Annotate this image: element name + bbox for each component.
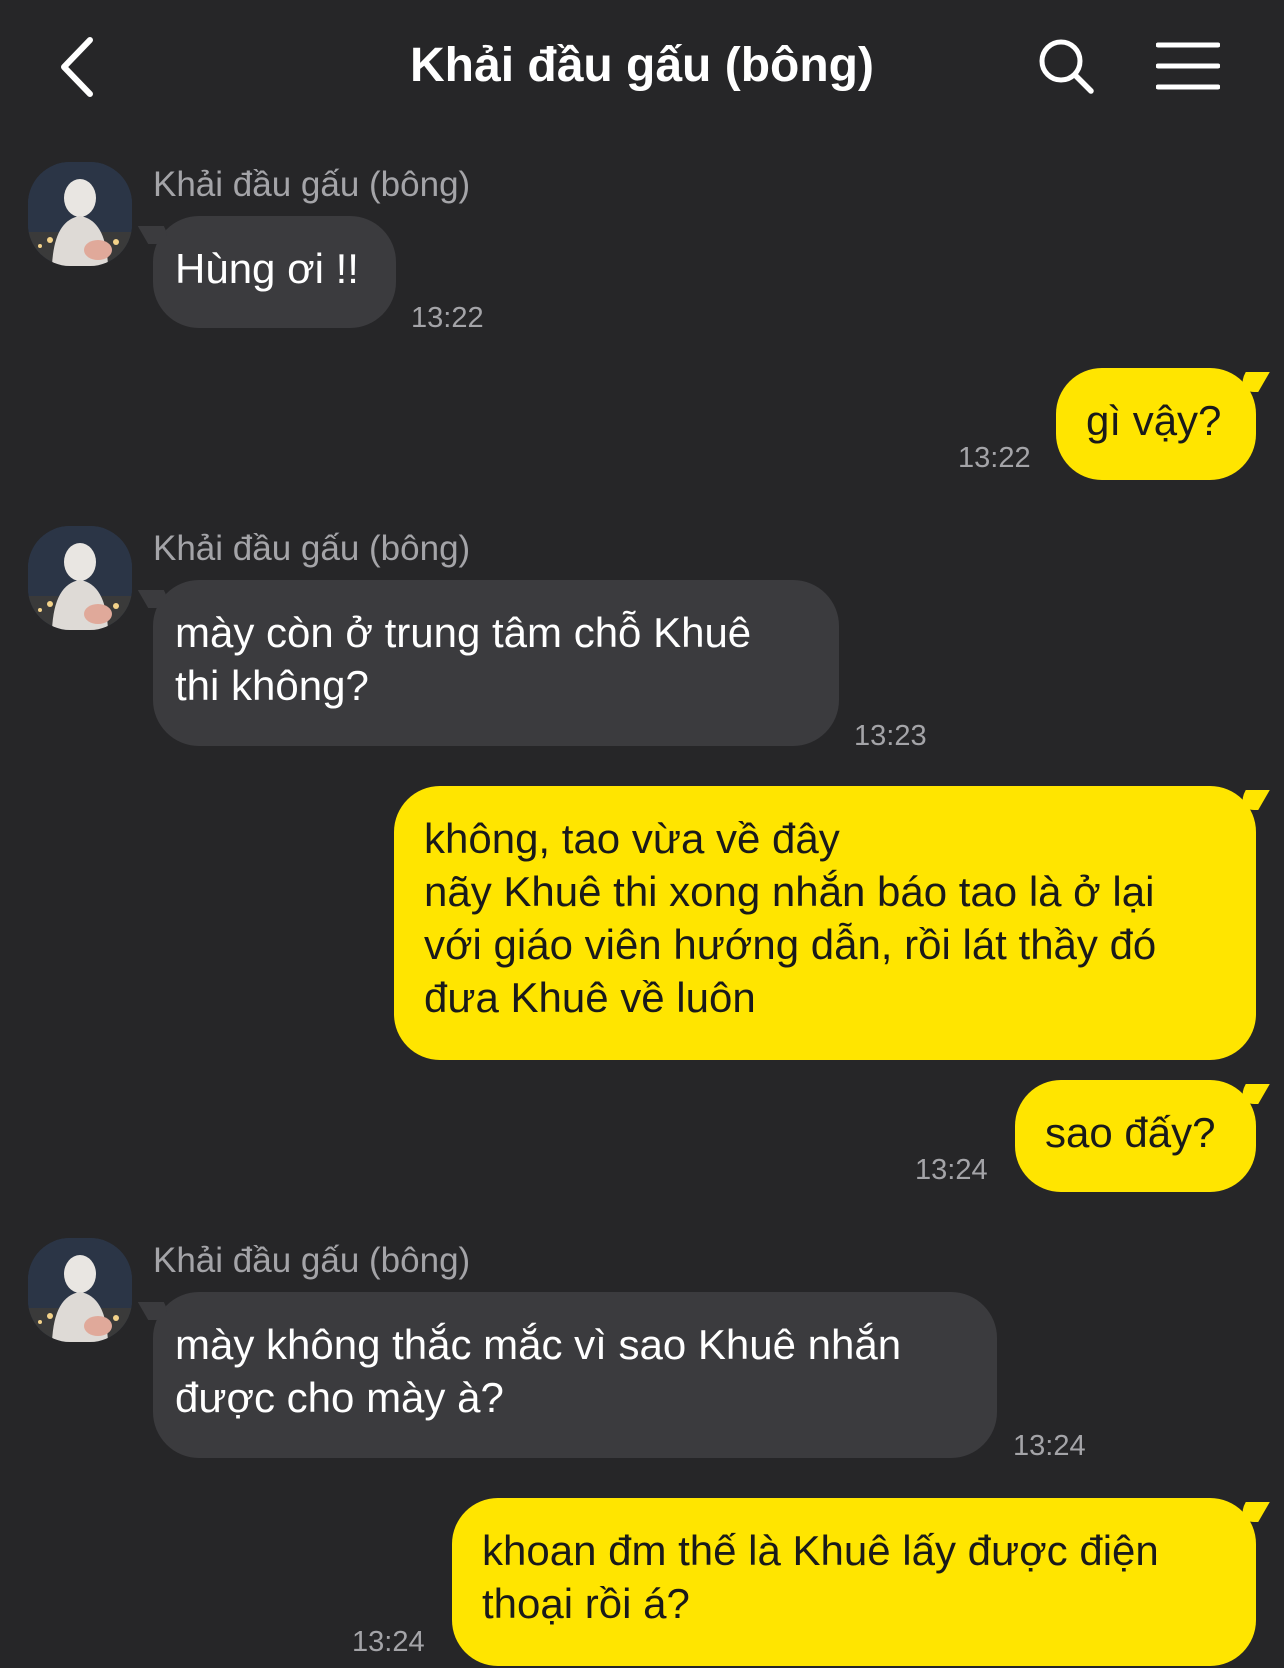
outgoing-message-bubble[interactable]: gì vậy? bbox=[1056, 368, 1256, 480]
contact-avatar[interactable] bbox=[28, 526, 132, 630]
outgoing-message-bubble[interactable]: sao đấy? bbox=[1015, 1080, 1256, 1192]
sender-name: Khải đầu gấu (bông) bbox=[153, 165, 471, 204]
contact-avatar[interactable] bbox=[28, 1238, 132, 1342]
incoming-message-bubble[interactable]: mày không thắc mắc vì sao Khuê nhắn được… bbox=[153, 1292, 997, 1458]
avatar-photo-icon bbox=[28, 526, 132, 630]
message-timestamp: 13:24 bbox=[352, 1626, 425, 1658]
chevron-left-icon bbox=[61, 37, 93, 97]
contact-avatar[interactable] bbox=[28, 162, 132, 266]
chat-header: Khải đầu gấu (bông) bbox=[0, 0, 1284, 134]
outgoing-message-bubble[interactable]: không, tao vừa về đây nãy Khuê thi xong … bbox=[394, 786, 1256, 1060]
message-timestamp: 13:22 bbox=[411, 302, 484, 334]
message-timestamp: 13:22 bbox=[958, 442, 1031, 474]
hamburger-menu-icon bbox=[1155, 42, 1221, 90]
sender-name: Khải đầu gấu (bông) bbox=[153, 529, 471, 568]
search-icon bbox=[1039, 39, 1094, 94]
menu-button[interactable] bbox=[1155, 40, 1221, 92]
sender-name: Khải đầu gấu (bông) bbox=[153, 1241, 471, 1280]
avatar-photo-icon bbox=[28, 1238, 132, 1342]
chat-title: Khải đầu gấu (bông) bbox=[410, 39, 874, 92]
message-timestamp: 13:23 bbox=[854, 720, 927, 752]
message-timestamp: 13:24 bbox=[915, 1154, 988, 1186]
message-timestamp: 13:24 bbox=[1013, 1430, 1086, 1462]
avatar-photo-icon bbox=[28, 162, 132, 266]
incoming-message-bubble[interactable]: Hùng ơi !! bbox=[153, 216, 396, 328]
outgoing-message-bubble[interactable]: khoan đm thế là Khuê lấy được điện thoại… bbox=[452, 1498, 1256, 1666]
search-button[interactable] bbox=[1036, 36, 1096, 96]
back-button[interactable] bbox=[52, 32, 112, 102]
incoming-message-bubble[interactable]: mày còn ở trung tâm chỗ Khuê thi không? bbox=[153, 580, 839, 746]
